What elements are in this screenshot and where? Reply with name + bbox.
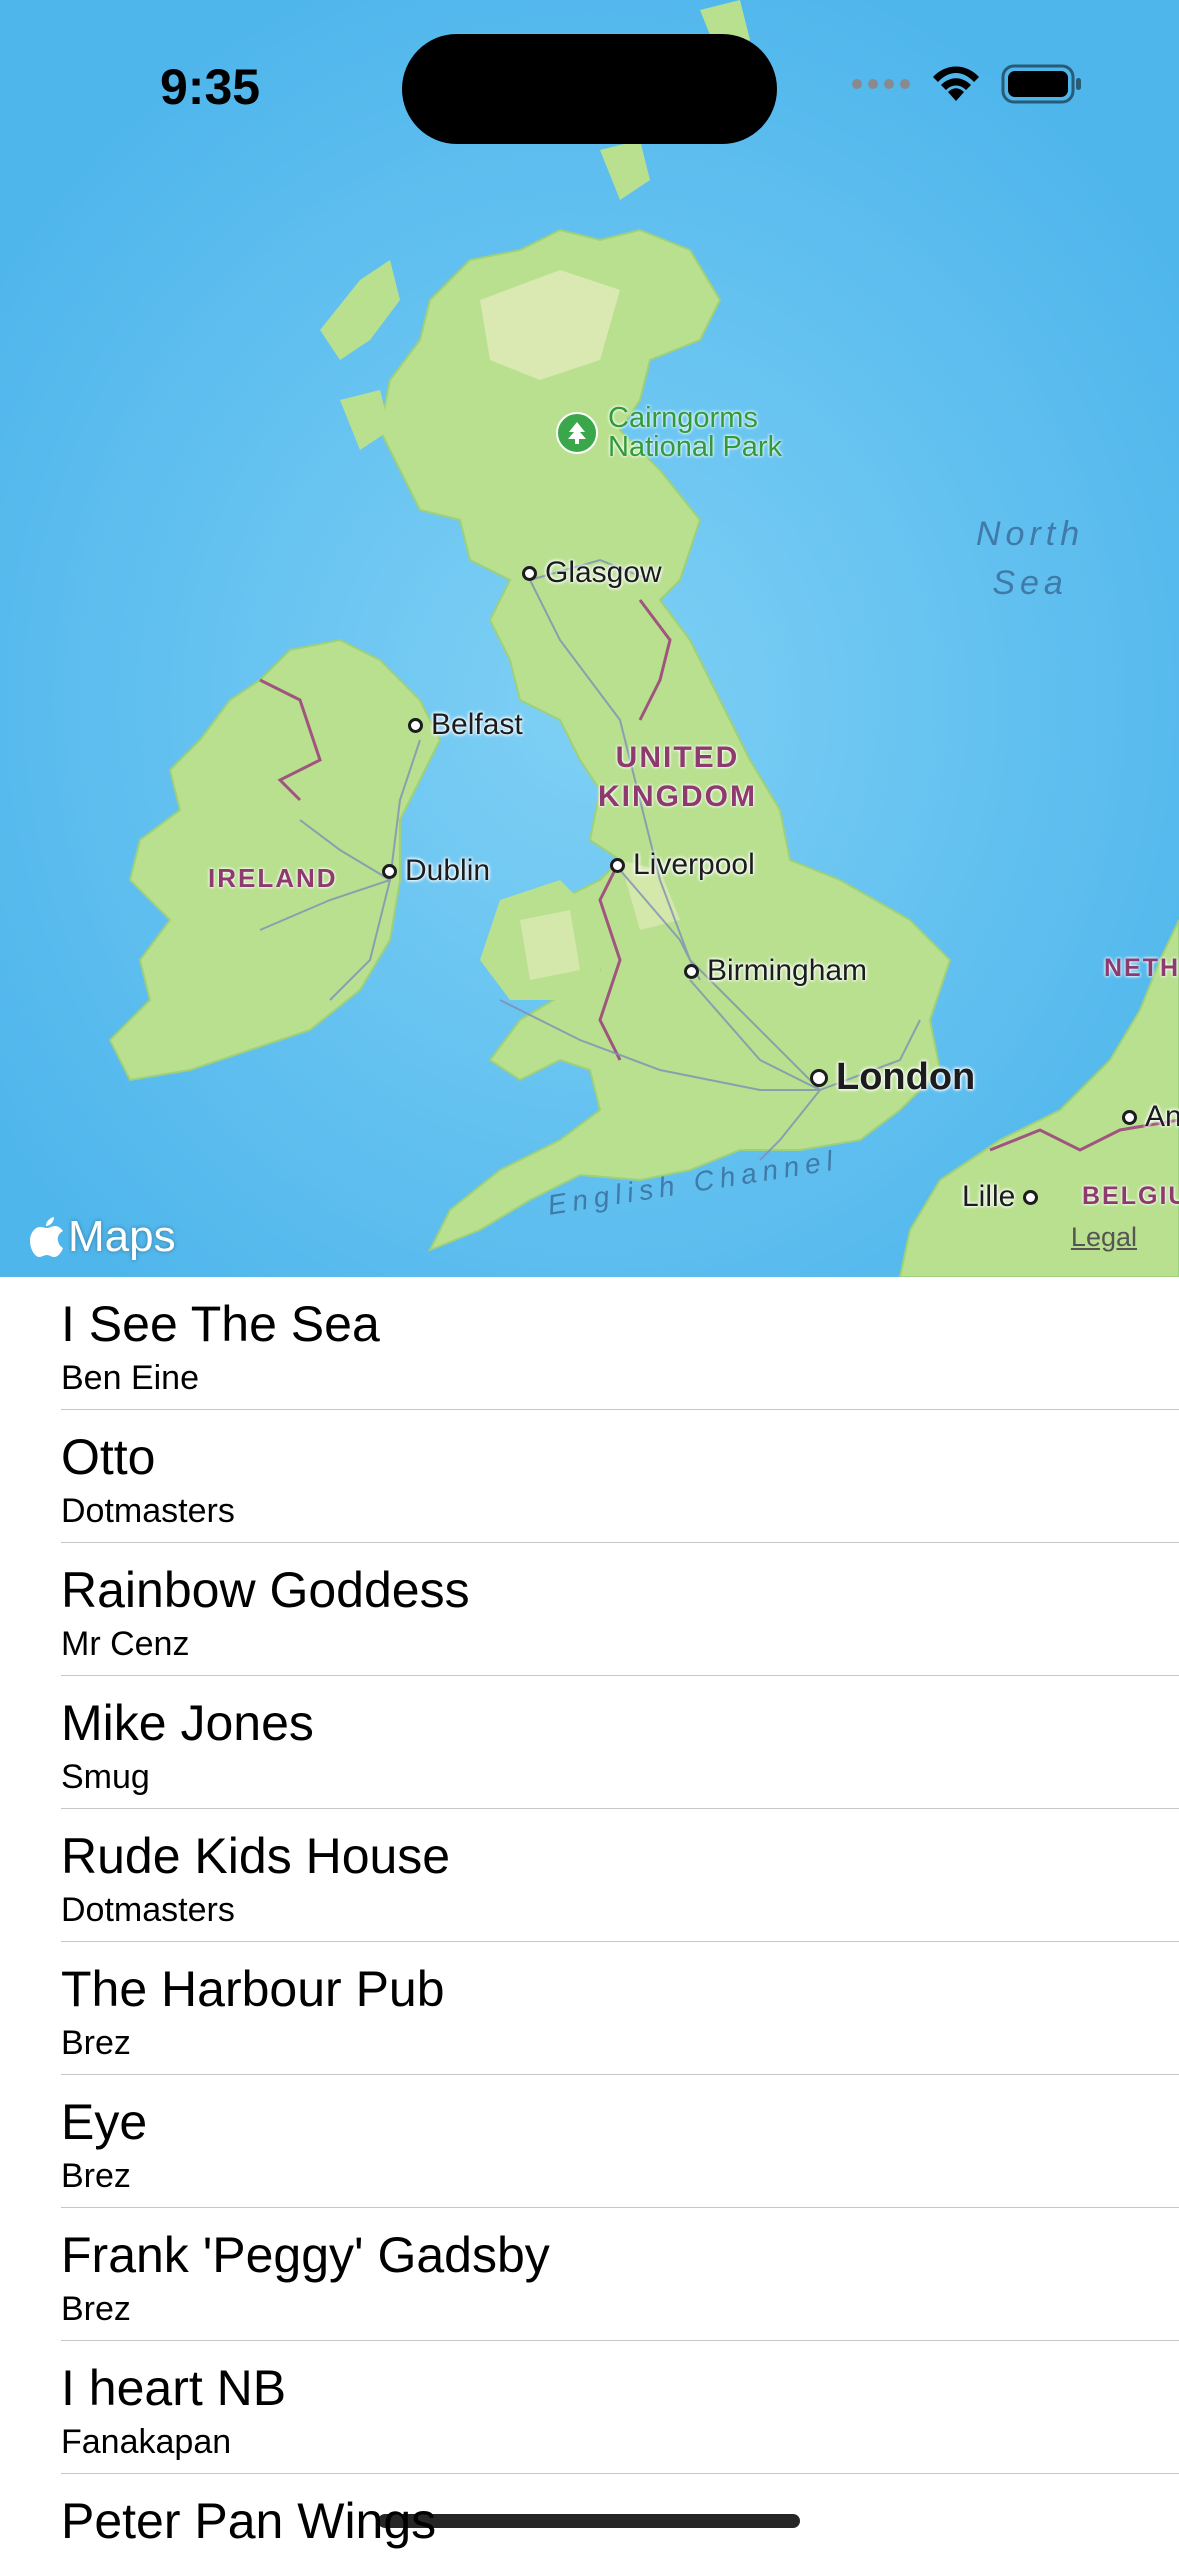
item-title: Mike Jones bbox=[61, 1695, 314, 1751]
city-dot bbox=[684, 963, 699, 979]
list-item[interactable]: Rainbow Goddess Mr Cenz bbox=[0, 1543, 1179, 1676]
dynamic-island bbox=[402, 34, 777, 144]
belgium-country-label: BELGIU bbox=[1082, 1182, 1179, 1210]
battery-icon bbox=[1001, 64, 1081, 104]
city-antwerp[interactable]: An bbox=[1122, 1100, 1179, 1134]
item-title: Frank 'Peggy' Gadsby bbox=[61, 2227, 550, 2283]
list-item[interactable]: Frank 'Peggy' Gadsby Brez bbox=[0, 2208, 1179, 2341]
tree-icon bbox=[556, 412, 598, 454]
city-dublin[interactable]: Dublin bbox=[382, 854, 490, 888]
city-belfast[interactable]: Belfast bbox=[408, 708, 523, 742]
north-sea-label: North Sea bbox=[976, 515, 1085, 603]
city-dot bbox=[522, 565, 537, 581]
map-canvas[interactable] bbox=[0, 0, 1179, 1277]
city-liverpool[interactable]: Liverpool bbox=[610, 848, 755, 882]
item-title: I heart NB bbox=[61, 2360, 287, 2416]
list-item[interactable]: The Harbour Pub Brez bbox=[0, 1942, 1179, 2075]
map-view[interactable]: Cairngorms National Park North Sea Engli… bbox=[0, 0, 1179, 1277]
status-time: 9:35 bbox=[160, 59, 261, 115]
list-item[interactable]: Mike Jones Smug bbox=[0, 1676, 1179, 1809]
item-artist: Brez bbox=[61, 2157, 131, 2195]
city-dot bbox=[810, 1068, 828, 1087]
city-lille[interactable]: Lille bbox=[962, 1180, 1039, 1214]
apple-maps-attribution[interactable]: Maps bbox=[30, 1212, 176, 1262]
item-title: I See The Sea bbox=[61, 1296, 380, 1352]
ireland-country-label: IRELAND bbox=[208, 863, 338, 893]
item-artist: Dotmasters bbox=[61, 1492, 235, 1530]
home-indicator[interactable] bbox=[378, 2514, 800, 2528]
list-item[interactable]: Rude Kids House Dotmasters bbox=[0, 1809, 1179, 1942]
netherlands-country-label: NETH bbox=[1104, 954, 1179, 982]
city-birmingham[interactable]: Birmingham bbox=[684, 954, 867, 988]
city-dot bbox=[408, 717, 423, 733]
city-dot bbox=[1122, 1109, 1137, 1125]
maps-wordmark: Maps bbox=[68, 1212, 176, 1261]
legal-link[interactable]: Legal bbox=[1071, 1222, 1137, 1253]
artwork-list[interactable]: I See The Sea Ben Eine Otto Dotmasters R… bbox=[0, 1277, 1179, 2556]
item-artist: Ben Eine bbox=[61, 1359, 199, 1397]
uk-country-label: UNITED KINGDOM bbox=[598, 741, 757, 813]
item-title: Otto bbox=[61, 1429, 156, 1485]
list-item[interactable]: I heart NB Fanakapan bbox=[0, 2341, 1179, 2474]
cairngorms-park-marker[interactable]: Cairngorms National Park bbox=[556, 404, 782, 462]
item-artist: Smug bbox=[61, 1758, 150, 1796]
city-glasgow[interactable]: Glasgow bbox=[522, 556, 662, 590]
city-dot bbox=[1023, 1189, 1039, 1205]
screen: Cairngorms National Park North Sea Engli… bbox=[0, 0, 1179, 2556]
wifi-icon bbox=[933, 66, 979, 101]
park-label: Cairngorms National Park bbox=[608, 402, 783, 463]
status-icons bbox=[851, 64, 1083, 104]
city-dot bbox=[610, 857, 625, 873]
item-artist: Fanakapan bbox=[61, 2423, 232, 2461]
city-dot bbox=[382, 863, 397, 879]
item-title: Eye bbox=[61, 2094, 148, 2150]
item-artist: Dotmasters bbox=[61, 1891, 235, 1929]
list-item[interactable]: I See The Sea Ben Eine bbox=[0, 1277, 1179, 1410]
item-artist: Brez bbox=[61, 2290, 131, 2328]
item-title: Rainbow Goddess bbox=[61, 1562, 470, 1618]
apple-logo-icon bbox=[30, 1217, 63, 1257]
item-title: Rude Kids House bbox=[61, 1828, 451, 1884]
signal-dots-icon bbox=[852, 79, 910, 89]
list-item[interactable]: Eye Brez bbox=[0, 2075, 1179, 2208]
item-title: The Harbour Pub bbox=[61, 1961, 445, 2017]
item-artist: Mr Cenz bbox=[61, 1625, 190, 1663]
city-london[interactable]: London bbox=[810, 1056, 975, 1099]
item-artist: Brez bbox=[61, 2024, 131, 2062]
list-item[interactable]: Otto Dotmasters bbox=[0, 1410, 1179, 1543]
